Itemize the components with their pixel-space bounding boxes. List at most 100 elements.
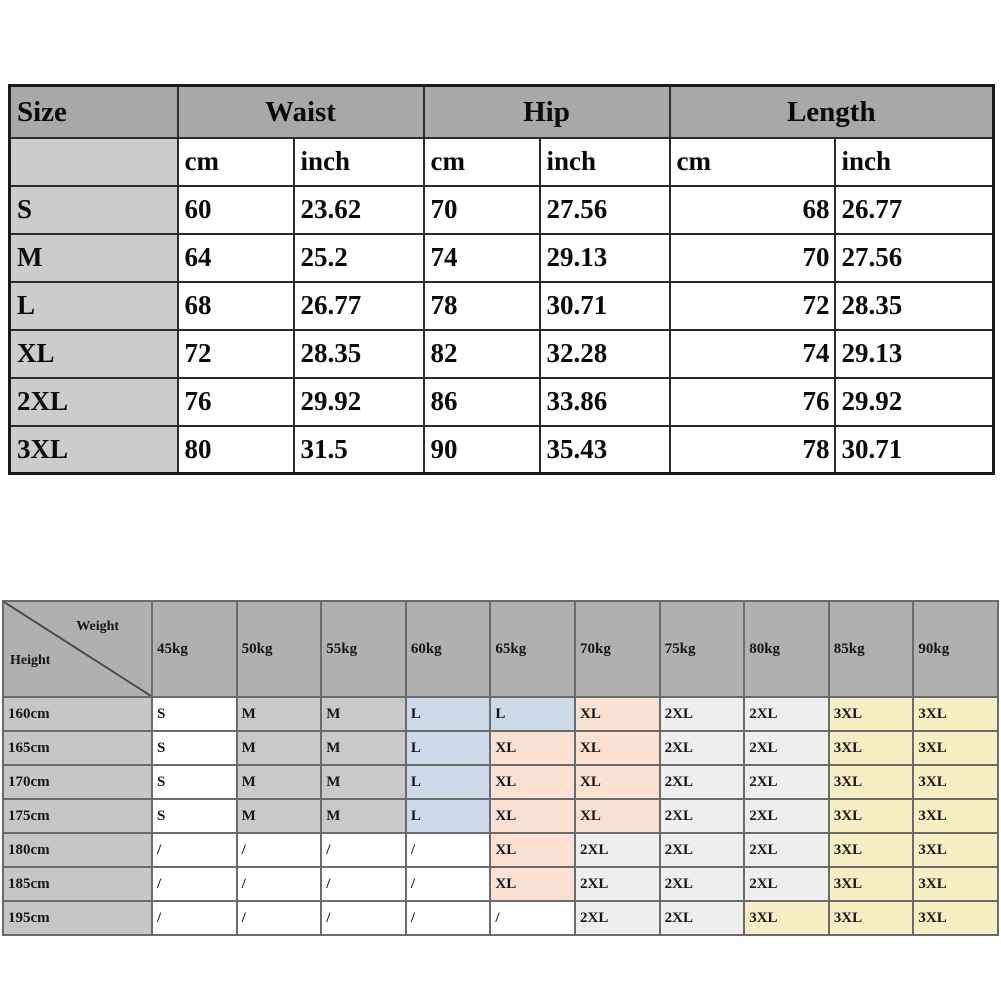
fit-cell: L — [489, 696, 577, 732]
cell-waist-inch: 31.5 — [292, 424, 425, 475]
fit-cell: 2XL — [743, 730, 830, 766]
group-header-length: Length — [668, 84, 995, 139]
cell-waist-inch: 25.2 — [292, 232, 425, 283]
cell-hip-inch: 32.28 — [538, 328, 671, 379]
fit-cell: XL — [574, 798, 661, 834]
size-column-header: Size — [8, 84, 179, 139]
cell-waist-cm: 80 — [176, 424, 295, 475]
cell-waist-cm: 76 — [176, 376, 295, 427]
fit-cell: M — [320, 764, 407, 800]
height-weight-fit-table: Weight Height 45kg 50kg 55kg 60kg 65kg 70kg 75kg… — [1, 600, 999, 936]
cell-hip-inch: 29.13 — [538, 232, 671, 283]
unit-header-0: cm — [176, 136, 295, 187]
fit-cell: / — [320, 866, 407, 902]
size-label-cell: 3XL — [8, 424, 179, 475]
height-label-cell: 165cm — [1, 730, 154, 766]
cell-length-cm: 74 — [668, 328, 836, 379]
height-label-cell: 185cm — [1, 866, 154, 902]
cell-waist-cm: 68 — [176, 280, 295, 331]
fit-cell: M — [235, 764, 323, 800]
fit-cell: 2XL — [743, 696, 830, 732]
height-label-cell: 195cm — [1, 900, 154, 936]
fit-cell: 2XL — [658, 900, 746, 936]
weight-header-90kg: 90kg — [912, 600, 999, 698]
fit-cell: M — [235, 798, 323, 834]
cell-waist-cm: 64 — [176, 232, 295, 283]
fit-cell: 3XL — [912, 832, 999, 868]
size-table-row: L 68 26.77 78 30.71 72 28.35 — [8, 280, 995, 331]
fit-cell: L — [404, 696, 492, 732]
fit-cell: 2XL — [658, 866, 746, 902]
fit-cell: 3XL — [912, 730, 999, 766]
unit-header-5: inch — [833, 136, 995, 187]
cell-length-inch: 27.56 — [833, 232, 995, 283]
cell-hip-cm: 74 — [422, 232, 541, 283]
fit-cell: / — [151, 866, 238, 902]
cell-waist-cm: 60 — [176, 184, 295, 235]
group-header-waist: Waist — [176, 84, 425, 139]
fit-table-row: 175cm S M M L XL XL 2XL 2XL 3XL 3XL — [1, 798, 999, 834]
fit-cell: L — [404, 798, 492, 834]
height-weight-fit-table-container: Weight Height 45kg 50kg 55kg 60kg 65kg 70kg 75kg… — [1, 600, 999, 936]
cell-waist-inch: 29.92 — [292, 376, 425, 427]
fit-cell: M — [235, 696, 323, 732]
height-label-cell: 160cm — [1, 696, 154, 732]
cell-length-cm: 78 — [668, 424, 836, 475]
unit-header-1: inch — [292, 136, 425, 187]
fit-cell: 2XL — [574, 866, 661, 902]
cell-hip-cm: 78 — [422, 280, 541, 331]
size-table-row: M 64 25.2 74 29.13 70 27.56 — [8, 232, 995, 283]
size-table-row: S 60 23.62 70 27.56 68 26.77 — [8, 184, 995, 235]
cell-waist-inch: 23.62 — [292, 184, 425, 235]
height-label-cell: 180cm — [1, 832, 154, 868]
fit-table-row: 160cm S M M L L XL 2XL 2XL 3XL 3XL — [1, 696, 999, 732]
fit-cell: 3XL — [912, 866, 999, 902]
cell-length-cm: 72 — [668, 280, 836, 331]
fit-cell: 3XL — [912, 764, 999, 800]
fit-cell: / — [404, 900, 492, 936]
fit-cell: XL — [489, 730, 577, 766]
fit-cell: 3XL — [827, 798, 915, 834]
fit-cell: S — [151, 730, 238, 766]
fit-cell: XL — [489, 764, 577, 800]
fit-table-header-row: Weight Height 45kg 50kg 55kg 60kg 65kg 70kg 75kg… — [1, 600, 999, 698]
fit-cell: 3XL — [827, 900, 915, 936]
unit-header-4: cm — [668, 136, 836, 187]
size-label-cell: 2XL — [8, 376, 179, 427]
fit-cell: / — [320, 900, 407, 936]
size-chart-table: Size Waist Hip Length cm inch cm inch cm inch S 60… — [8, 84, 996, 475]
cell-hip-cm: 86 — [422, 376, 541, 427]
cell-hip-cm: 70 — [422, 184, 541, 235]
fit-cell: XL — [489, 832, 577, 868]
size-chart-table-container: Size Waist Hip Length cm inch cm inch cm inch S 60… — [8, 84, 996, 475]
fit-cell: 2XL — [743, 832, 830, 868]
cell-length-inch: 30.71 — [833, 424, 995, 475]
fit-cell: XL — [574, 696, 661, 732]
fit-cell: M — [320, 696, 407, 732]
fit-cell: 3XL — [827, 866, 915, 902]
cell-length-inch: 29.92 — [833, 376, 995, 427]
height-weight-corner-cell: Weight Height — [1, 600, 154, 698]
fit-cell: / — [404, 832, 492, 868]
size-label-cell: M — [8, 232, 179, 283]
height-label-cell: 175cm — [1, 798, 154, 834]
fit-cell: 3XL — [912, 900, 999, 936]
cell-hip-inch: 33.86 — [538, 376, 671, 427]
diagonal-divider-icon — [5, 603, 151, 695]
fit-cell: 2XL — [658, 832, 746, 868]
fit-table-row: 185cm / / / / XL 2XL 2XL 2XL 3XL 3XL — [1, 866, 999, 902]
weight-header-45kg: 45kg — [151, 600, 238, 698]
fit-cell: L — [404, 730, 492, 766]
fit-cell: 2XL — [658, 764, 746, 800]
weight-axis-label: Weight — [76, 619, 120, 634]
fit-cell: M — [320, 798, 407, 834]
fit-cell: / — [489, 900, 577, 936]
height-label-cell: 170cm — [1, 764, 154, 800]
fit-cell: 2XL — [743, 798, 830, 834]
fit-cell: 3XL — [912, 696, 999, 732]
fit-cell: 3XL — [743, 900, 830, 936]
size-label-cell: XL — [8, 328, 179, 379]
size-table-row: XL 72 28.35 82 32.28 74 29.13 — [8, 328, 995, 379]
size-label-cell: S — [8, 184, 179, 235]
cell-hip-inch: 35.43 — [538, 424, 671, 475]
